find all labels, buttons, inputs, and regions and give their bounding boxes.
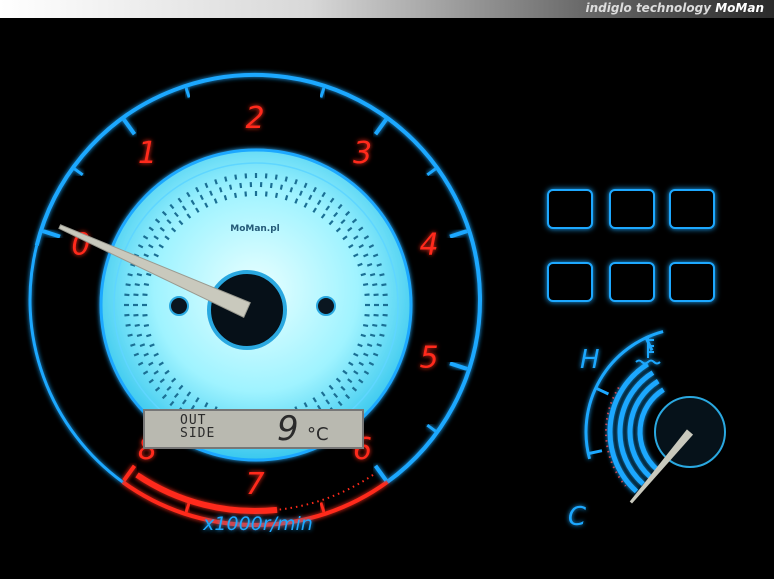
outside-label-line2: SIDE (180, 426, 216, 441)
tacho-tick (122, 464, 137, 482)
tacho-dot (224, 176, 228, 182)
tacho-dot (143, 323, 150, 328)
tacho-tick (73, 167, 84, 177)
tacho-dot (223, 195, 228, 201)
outside-temp-value: 9 (277, 409, 299, 449)
tacho-dot (279, 184, 283, 190)
tacho-dot (127, 273, 133, 277)
warning-light-brake (547, 262, 593, 302)
tacho-dot (366, 262, 373, 267)
tacho-dot (369, 333, 376, 338)
tacho-dot (134, 283, 140, 287)
tacho-dot (284, 176, 288, 182)
tacho-dot (234, 174, 238, 180)
warning-light-oil (669, 262, 715, 302)
outside-temp-unit: °C (307, 424, 329, 445)
tacho-dot (379, 333, 385, 337)
tacho-dot (134, 323, 140, 327)
temp-cold-label: C (568, 502, 587, 532)
outside-temp-display: OUT SIDE 9 °C (143, 409, 364, 449)
tacho-label: 2 (245, 101, 264, 136)
temp-gauge: H C (568, 330, 726, 532)
center-brand: MoMan.pl (230, 224, 280, 234)
warning-light-blank-2 (669, 189, 715, 229)
tachometer: 012345678 MoMan.pl x1000r/min (28, 73, 482, 535)
tacho-dot (127, 333, 133, 337)
screw-right-icon (316, 296, 336, 316)
tacho-tick (184, 87, 191, 98)
outside-label: OUT SIDE (180, 414, 215, 440)
temp-tick (587, 449, 603, 456)
tacho-dot (143, 282, 150, 287)
temp-hot-label: H (580, 345, 600, 375)
warning-light-battery (609, 262, 655, 302)
tacho-label: 4 (419, 227, 438, 262)
tacho-dot (360, 333, 366, 338)
tacho-dot (233, 192, 238, 199)
tacho-dot (136, 272, 143, 277)
tacho-dot (274, 174, 278, 180)
tacho-tick (426, 167, 437, 177)
tacho-tick (449, 361, 468, 371)
tacho-dot (284, 195, 289, 201)
tacho-dot (372, 323, 378, 327)
tacho-tick (42, 229, 61, 239)
warning-light-door (547, 189, 593, 229)
tacho-dot (376, 343, 382, 347)
tacho-dot (294, 179, 298, 185)
tacho-dot (139, 343, 146, 348)
tacho-dot (381, 283, 387, 287)
tacho-dot (362, 282, 369, 287)
tacho-tick (319, 502, 326, 513)
tacho-dot (369, 272, 376, 277)
tacho-tick (319, 87, 326, 98)
rpm-unit: x1000r/min (202, 513, 313, 535)
tacho-dot (146, 272, 152, 277)
tacho-dot (362, 323, 369, 328)
tacho-dot (125, 283, 131, 287)
tacho-dot (274, 192, 279, 199)
tacho-dot (376, 263, 382, 267)
tacho-label: 3 (353, 136, 372, 171)
tacho-dot (269, 182, 273, 189)
tacho-dot (218, 187, 223, 193)
tacho-dot (130, 343, 136, 347)
tacho-tick (373, 118, 388, 136)
tacho-label: 1 (138, 136, 157, 171)
tacho-tick (373, 464, 388, 482)
tacho-tick (426, 423, 437, 433)
tacho-dot (372, 283, 378, 287)
tacho-tick (184, 502, 191, 513)
tacho-label: 5 (419, 341, 438, 376)
tacho-dot (366, 343, 373, 348)
tacho-dot (125, 323, 131, 327)
tacho-dot (146, 333, 152, 338)
tacho-dot (136, 333, 143, 338)
tacho-dot (289, 187, 294, 193)
tacho-dot (360, 272, 366, 277)
tacho-dot (214, 179, 218, 185)
temp-tick (595, 386, 610, 396)
tacho-redline-dots (276, 474, 374, 511)
tacho-label: 7 (245, 467, 264, 502)
tacho-dot (239, 182, 243, 189)
warning-light-blank-1 (609, 189, 655, 229)
tacho-tick (122, 118, 137, 136)
instrument-cluster: 012345678 MoMan.pl x1000r/min H C (28, 73, 726, 535)
tacho-dot (379, 273, 385, 277)
tacho-dot (229, 184, 233, 190)
tacho-tick (449, 229, 468, 239)
tacho-dot (381, 323, 387, 327)
screw-left-icon (169, 296, 189, 316)
